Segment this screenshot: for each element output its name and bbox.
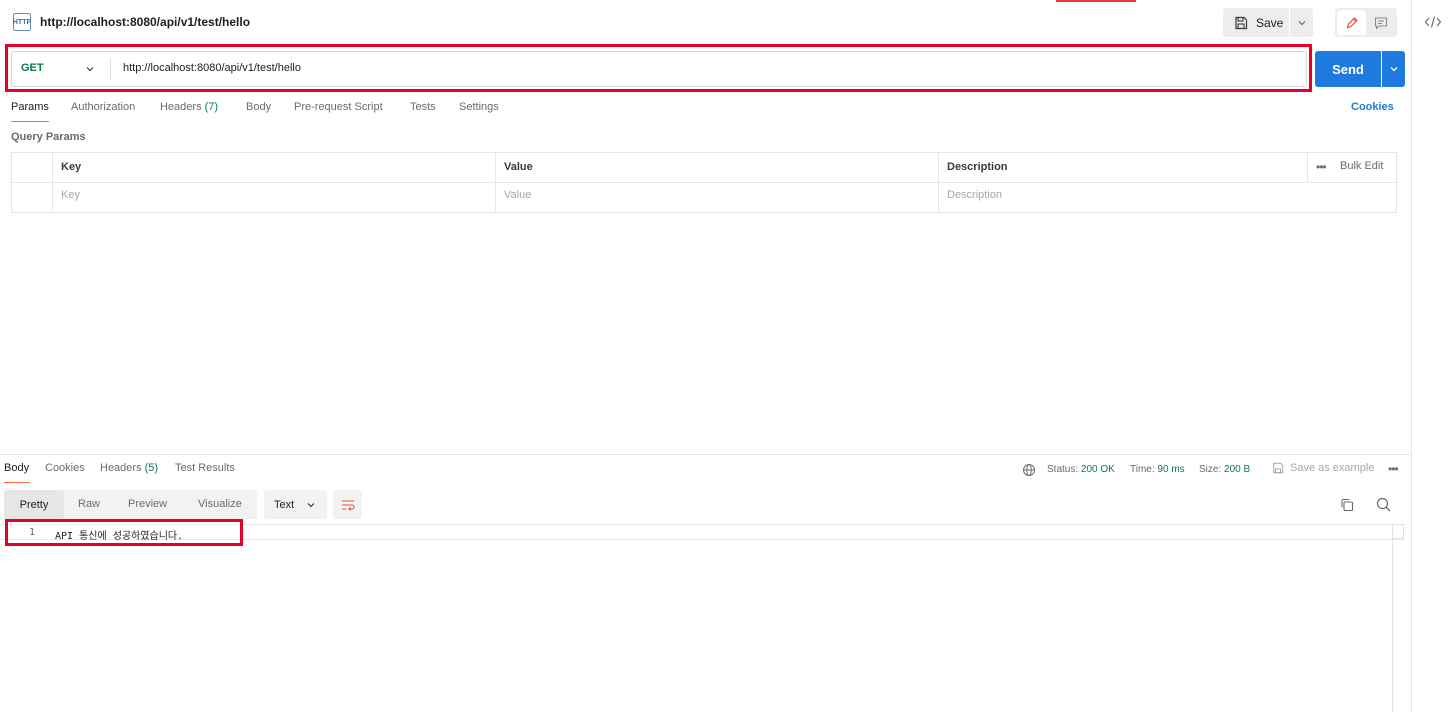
right-sidebar xyxy=(1411,0,1449,712)
query-params-title: Query Params xyxy=(11,131,86,143)
response-tab-cookies[interactable]: Cookies xyxy=(45,462,85,474)
status-label: Status: xyxy=(1047,464,1079,475)
chevron-down-icon xyxy=(1390,67,1397,72)
response-tab-headers-count: (5) xyxy=(144,462,159,474)
chevron-down-icon xyxy=(1298,20,1305,25)
active-tab-underline xyxy=(4,482,30,483)
status-value: 200 OK xyxy=(1080,464,1115,475)
table-column-divider xyxy=(52,152,53,213)
code-snippet-icon[interactable] xyxy=(1424,14,1442,30)
save-as-example-button[interactable]: Save as example xyxy=(1272,462,1374,474)
response-tab-body[interactable]: Body xyxy=(4,462,29,474)
response-size[interactable]: Size: 200 B xyxy=(1199,464,1250,475)
tab-body[interactable]: Body xyxy=(246,101,271,113)
key-input[interactable]: Key xyxy=(61,189,80,201)
value-input[interactable]: Value xyxy=(504,189,531,201)
table-column-divider xyxy=(1307,152,1308,182)
pencil-icon xyxy=(1346,16,1358,28)
scrollbar-thumb[interactable] xyxy=(1392,524,1404,539)
table-divider xyxy=(11,182,1397,183)
save-label: Save xyxy=(1256,15,1284,30)
tab-authorization[interactable]: Authorization xyxy=(71,101,135,113)
response-highlight-box xyxy=(5,519,243,546)
tab-pre-request-script[interactable]: Pre-request Script xyxy=(294,101,383,113)
globe-icon[interactable] xyxy=(1022,463,1036,477)
save-icon xyxy=(1235,16,1248,29)
time-value: 90 ms xyxy=(1157,464,1185,475)
more-options-icon[interactable]: ••• xyxy=(1316,160,1327,174)
request-title[interactable]: http://localhost:8080/api/v1/test/hello xyxy=(40,15,250,29)
size-label: Size: xyxy=(1199,464,1222,475)
response-tab-test-results[interactable]: Test Results xyxy=(175,462,235,474)
send-options-button[interactable] xyxy=(1382,51,1405,87)
more-options-icon[interactable]: ••• xyxy=(1388,462,1399,476)
search-icon[interactable] xyxy=(1376,497,1391,512)
format-value: Text xyxy=(274,498,295,511)
table-column-divider xyxy=(495,152,496,213)
http-request-icon: HTTP xyxy=(13,13,31,31)
response-divider[interactable] xyxy=(0,454,1411,455)
tab-headers-label: Headers xyxy=(160,101,202,113)
scrollbar[interactable] xyxy=(1392,524,1393,712)
size-value: 200 B xyxy=(1224,464,1251,475)
request-header: HTTP http://localhost:8080/api/v1/test/h… xyxy=(0,0,1411,44)
comment-mode-button[interactable] xyxy=(1368,10,1394,35)
column-header-description: Description xyxy=(947,161,1008,173)
active-tab-underline xyxy=(11,121,49,122)
cookies-link[interactable]: Cookies xyxy=(1351,101,1394,113)
response-tab-headers[interactable]: Headers (5) xyxy=(100,462,158,474)
view-raw[interactable]: Raw xyxy=(78,498,100,510)
url-highlight-box xyxy=(5,44,1312,92)
comment-icon xyxy=(1374,16,1388,30)
tab-headers[interactable]: Headers (7) xyxy=(160,101,218,113)
wrap-lines-icon xyxy=(341,499,355,511)
time-label: Time: xyxy=(1130,464,1155,475)
bulk-edit-button[interactable]: Bulk Edit xyxy=(1340,160,1383,172)
table-column-divider xyxy=(938,152,939,213)
send-button[interactable]: Send xyxy=(1315,51,1381,87)
description-input[interactable]: Description xyxy=(947,189,1002,201)
chevron-down-icon xyxy=(307,502,315,507)
view-preview[interactable]: Preview xyxy=(128,498,167,510)
column-header-key: Key xyxy=(61,161,82,173)
tab-params[interactable]: Params xyxy=(11,101,49,113)
edit-mode-button[interactable] xyxy=(1337,10,1366,35)
copy-icon[interactable] xyxy=(1340,498,1354,512)
save-as-example-label: Save as example xyxy=(1290,462,1375,474)
wrap-lines-button[interactable] xyxy=(333,490,362,519)
response-status[interactable]: Status: 200 OK xyxy=(1047,464,1115,475)
tab-headers-count: (7) xyxy=(204,101,219,113)
tab-tests[interactable]: Tests xyxy=(410,101,436,113)
view-visualize[interactable]: Visualize xyxy=(198,498,242,510)
view-pretty[interactable]: Pretty xyxy=(4,490,64,519)
format-select[interactable]: Text xyxy=(264,490,327,519)
column-header-value: Value xyxy=(504,161,533,173)
save-icon xyxy=(1273,462,1284,474)
response-time[interactable]: Time: 90 ms xyxy=(1130,464,1185,475)
response-tab-headers-label: Headers xyxy=(100,462,142,474)
tab-settings[interactable]: Settings xyxy=(459,101,499,113)
save-options-button[interactable] xyxy=(1290,8,1313,37)
save-button[interactable]: Save xyxy=(1223,8,1289,37)
